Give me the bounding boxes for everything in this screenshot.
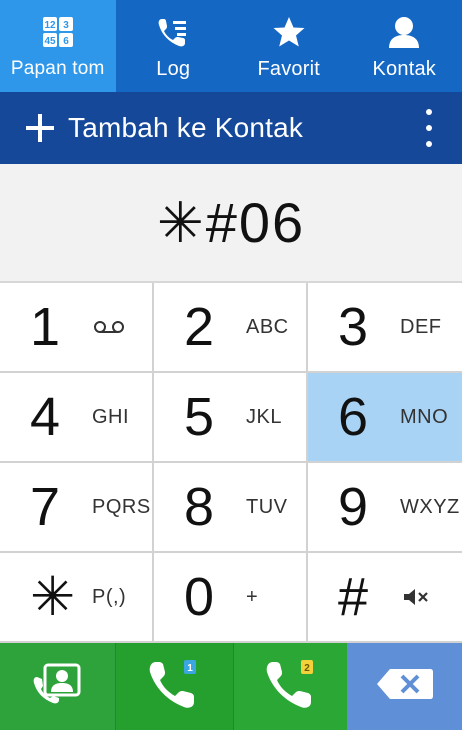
- key-letters: JKL: [246, 405, 282, 428]
- plus-icon[interactable]: [22, 110, 58, 146]
- mute-icon: [400, 586, 434, 608]
- svg-text:12: 12: [44, 20, 56, 31]
- key-digit: 4: [30, 387, 61, 447]
- key-letters: GHI: [92, 405, 130, 428]
- more-vertical-icon[interactable]: [424, 109, 434, 147]
- key-3[interactable]: 3 DEF: [308, 283, 462, 373]
- voicemail-icon: [92, 318, 126, 336]
- backspace-icon: [376, 667, 434, 706]
- number-display: ✳#06: [0, 164, 462, 283]
- key-digit: 0: [184, 567, 215, 627]
- key-0[interactable]: 0 +: [154, 553, 308, 643]
- key-digit: 3: [338, 297, 369, 357]
- key-digit: 7: [30, 477, 61, 537]
- tab-bar: 12 3 45 6 Papan tom Log Favorit Kontak: [0, 0, 462, 92]
- key-digit: #: [338, 567, 369, 627]
- svg-text:3: 3: [63, 20, 69, 31]
- key-letters: ABC: [246, 315, 289, 338]
- key-digit: 6: [338, 387, 369, 447]
- key-digit: 1: [30, 297, 61, 357]
- tab-log[interactable]: Log: [116, 0, 232, 92]
- key-digit: 5: [184, 387, 215, 447]
- key-letters: TUV: [246, 495, 288, 518]
- call-sim2-icon: 2: [261, 654, 321, 719]
- key-digit: ✳: [30, 567, 76, 627]
- key-letters: PQRS: [92, 495, 151, 518]
- key-4[interactable]: 4 GHI: [0, 373, 154, 463]
- key-digit: 9: [338, 477, 369, 537]
- tab-keypad[interactable]: 12 3 45 6 Papan tom: [0, 0, 116, 92]
- tab-keypad-label: Papan tom: [10, 58, 105, 79]
- key-star[interactable]: ✳ P(,): [0, 553, 154, 643]
- contacts-button[interactable]: [0, 643, 115, 730]
- svg-text:6: 6: [63, 36, 69, 47]
- key-digit: 2: [184, 297, 215, 357]
- tab-favorites[interactable]: Favorit: [231, 0, 347, 92]
- dialed-number: ✳#06: [156, 190, 306, 254]
- key-8[interactable]: 8 TUV: [154, 463, 308, 553]
- key-digit: 8: [184, 477, 215, 537]
- key-5[interactable]: 5 JKL: [154, 373, 308, 463]
- tab-contacts-label: Kontak: [372, 58, 436, 80]
- key-hash[interactable]: #: [308, 553, 462, 643]
- add-contact-bar: Tambah ke Kontak: [0, 92, 462, 164]
- key-letters: P(,): [92, 585, 127, 608]
- key-letters: WXYZ: [400, 495, 460, 518]
- tab-log-label: Log: [156, 58, 191, 80]
- key-9[interactable]: 9 WXYZ: [308, 463, 462, 553]
- key-2[interactable]: 2 ABC: [154, 283, 308, 373]
- svg-text:45: 45: [44, 36, 56, 47]
- tab-favorites-label: Favorit: [257, 58, 321, 80]
- add-to-contacts-button[interactable]: Tambah ke Kontak: [68, 112, 303, 144]
- tab-contacts[interactable]: Kontak: [347, 0, 462, 92]
- call-sim1-button[interactable]: 1: [114, 643, 233, 730]
- call-sim1-icon: 1: [144, 654, 204, 719]
- keypad-icon: 12 3 45 6: [40, 14, 76, 50]
- star-icon: [271, 14, 307, 50]
- call-log-icon: [155, 14, 191, 50]
- svg-text:1: 1: [187, 663, 193, 674]
- key-letters: DEF: [400, 315, 442, 338]
- contacts-card-icon: [31, 661, 83, 712]
- svg-text:2: 2: [304, 663, 310, 674]
- dialer-action-bar: 1 2: [0, 643, 462, 730]
- key-1[interactable]: 1: [0, 283, 154, 373]
- backspace-button[interactable]: [347, 643, 462, 730]
- call-sim2-button[interactable]: 2: [232, 643, 348, 730]
- key-7[interactable]: 7 PQRS: [0, 463, 154, 553]
- person-icon: [386, 14, 422, 50]
- key-letters: +: [246, 585, 259, 608]
- key-6[interactable]: 6 MNO: [308, 373, 462, 463]
- dial-keypad: 1 2 ABC 3 DEF 4 GHI 5 JKL 6 MNO 7 PQRS 8…: [0, 283, 462, 643]
- key-letters: MNO: [400, 405, 449, 428]
